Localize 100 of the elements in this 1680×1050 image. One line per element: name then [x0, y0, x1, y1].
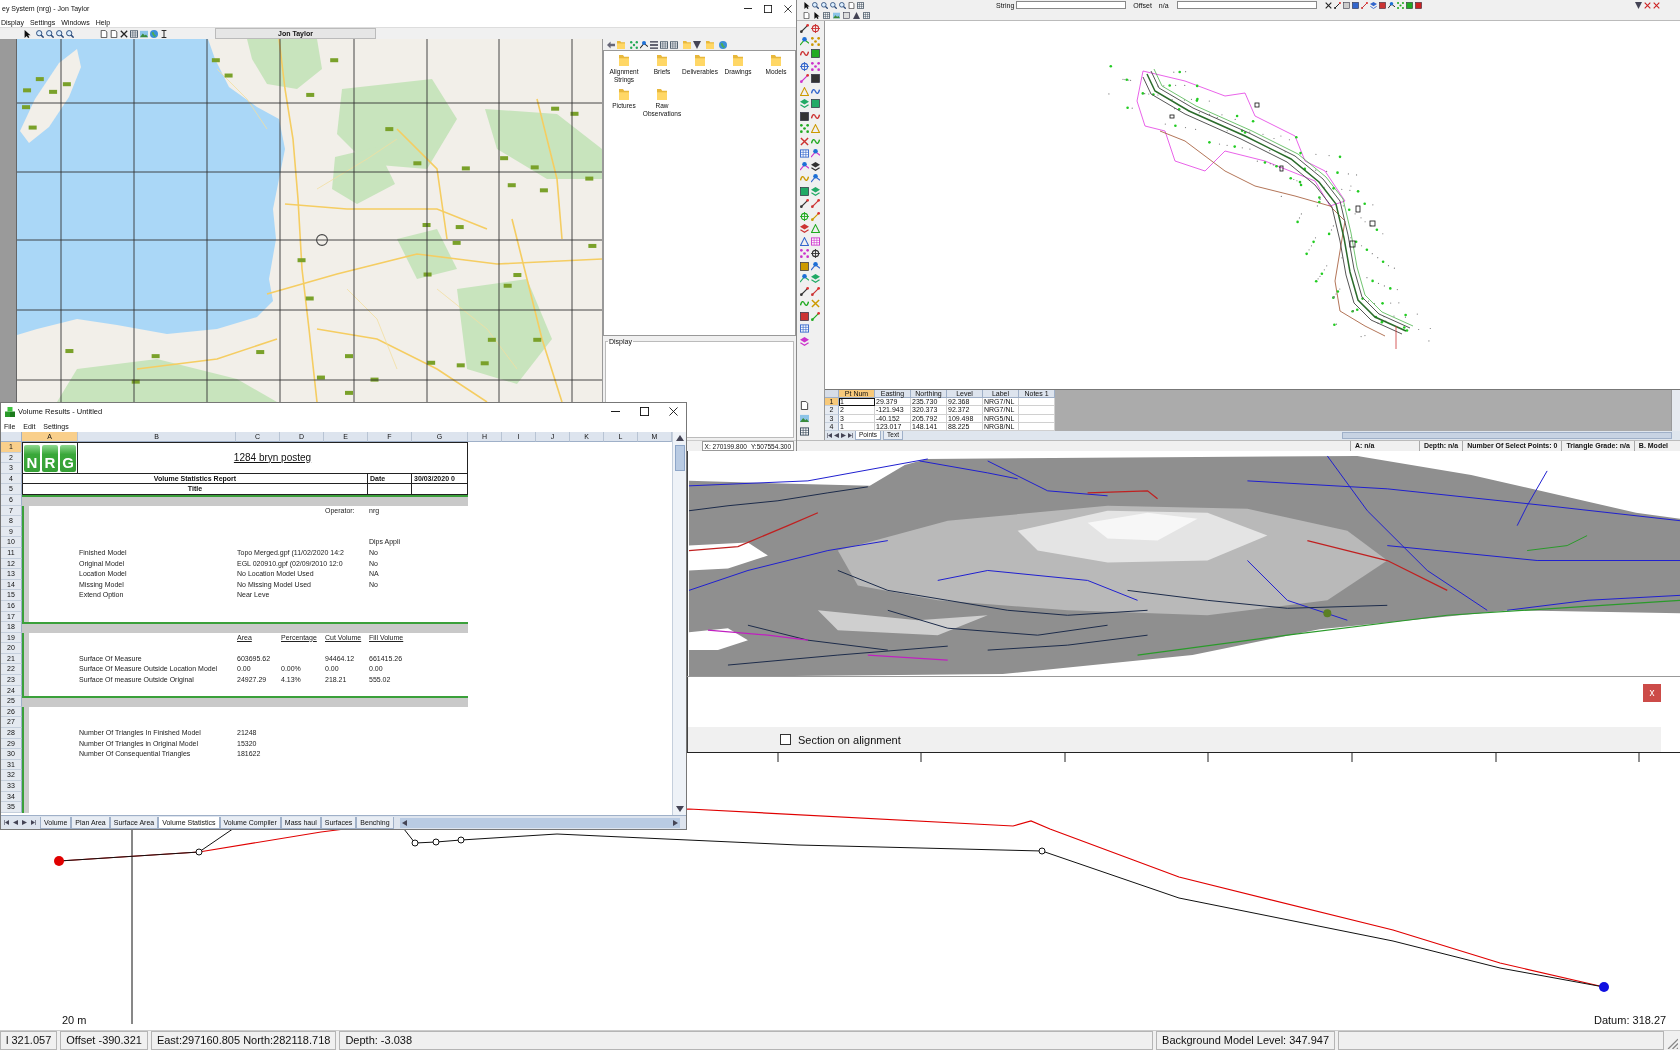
horizontal-scrollbar[interactable]	[399, 817, 680, 828]
down-arrow-icon[interactable]	[675, 806, 684, 812]
magnifier-icon[interactable]	[821, 1, 828, 9]
magnifier-icon[interactable]	[812, 1, 819, 9]
grid-icon[interactable]	[800, 324, 809, 333]
maximize-icon[interactable]	[764, 4, 772, 13]
node-icon[interactable]	[800, 274, 809, 283]
dots-icon[interactable]	[811, 36, 820, 46]
magnifier-icon[interactable]	[46, 29, 54, 38]
vertical-scrollbar[interactable]	[672, 432, 686, 815]
node-icon[interactable]	[640, 40, 648, 49]
node-icon[interactable]	[800, 36, 809, 46]
magnifier-icon[interactable]	[56, 29, 64, 38]
right-arrow-icon[interactable]	[673, 819, 678, 826]
close-icon[interactable]	[784, 4, 792, 13]
input-field[interactable]	[1176, 1, 1317, 9]
down-arrow-icon[interactable]	[693, 40, 701, 49]
wave-icon[interactable]	[811, 86, 820, 96]
node-icon[interactable]	[811, 261, 820, 271]
square-icon[interactable]	[1378, 1, 1386, 9]
left-arrow-icon[interactable]	[834, 433, 839, 438]
grid-icon[interactable]	[660, 40, 668, 49]
wave-icon[interactable]	[800, 299, 809, 308]
square-icon[interactable]	[800, 186, 809, 196]
horizontal-scrollbar[interactable]	[1342, 432, 1672, 439]
grid-cell	[1019, 406, 1055, 415]
text-cursor-icon[interactable]	[160, 29, 168, 38]
square-icon[interactable]	[1351, 1, 1359, 9]
cross-icon[interactable]	[120, 29, 128, 38]
dots-icon[interactable]	[800, 124, 809, 133]
pen-icon[interactable]	[800, 24, 809, 33]
dots-icon[interactable]	[630, 40, 638, 49]
scrollbar-thumb[interactable]	[674, 445, 685, 471]
first-arrow-icon[interactable]	[827, 433, 832, 438]
folder-icon	[657, 89, 667, 100]
grid-icon[interactable]	[800, 149, 809, 158]
globe-icon[interactable]	[719, 40, 727, 49]
magnifier-icon[interactable]	[66, 29, 74, 38]
square-icon[interactable]	[800, 261, 809, 271]
layers-icon[interactable]	[1369, 1, 1377, 9]
pen-icon[interactable]	[800, 286, 809, 296]
magnifier-icon[interactable]	[830, 1, 837, 9]
wave-icon[interactable]	[811, 111, 820, 121]
grid-icon[interactable]	[857, 1, 864, 9]
grid-icon[interactable]	[863, 11, 870, 19]
page-icon[interactable]	[848, 1, 855, 9]
wave-icon[interactable]	[811, 136, 820, 146]
pen-icon[interactable]	[800, 199, 809, 208]
magnifier-icon[interactable]	[36, 29, 44, 38]
page-icon[interactable]	[800, 401, 809, 410]
grid-icon[interactable]	[130, 29, 138, 38]
maximize-icon[interactable]	[640, 407, 649, 416]
right-arrow-icon[interactable]	[841, 433, 846, 438]
square-icon[interactable]	[800, 311, 809, 321]
node-icon[interactable]	[800, 161, 809, 171]
wave-icon[interactable]	[800, 49, 809, 58]
first-arrow-icon[interactable]	[4, 820, 9, 825]
dots-icon[interactable]	[800, 249, 809, 258]
picture-icon[interactable]	[800, 414, 809, 423]
last-arrow-icon[interactable]	[848, 433, 853, 438]
square-icon[interactable]	[1405, 1, 1413, 9]
folder-icon	[619, 89, 629, 100]
right-arrow-icon[interactable]	[22, 820, 27, 825]
dots-icon[interactable]	[811, 61, 820, 71]
vertical-scrollbar[interactable]	[1671, 390, 1680, 431]
picture-icon[interactable]	[833, 11, 840, 19]
status-field: East:297160.805 North:282118.718	[150, 1031, 337, 1050]
left-arrow-icon[interactable]	[401, 819, 407, 826]
up-arrow-icon[interactable]	[853, 11, 860, 19]
arrow-pointer-icon[interactable]	[23, 29, 31, 38]
down-arrow-icon[interactable]	[1635, 1, 1642, 9]
node-icon[interactable]	[811, 174, 820, 183]
picture-icon[interactable]	[140, 29, 148, 38]
node-icon[interactable]	[811, 149, 820, 158]
list-icon[interactable]	[650, 40, 658, 49]
node-icon[interactable]	[1387, 1, 1395, 9]
close-button[interactable]: x	[1643, 684, 1661, 702]
last-arrow-icon[interactable]	[31, 820, 36, 825]
square-icon[interactable]	[1414, 1, 1422, 9]
close-icon[interactable]	[669, 407, 678, 416]
checkbox[interactable]	[780, 734, 791, 745]
up-arrow-icon[interactable]	[675, 435, 684, 441]
dots-icon[interactable]	[1396, 1, 1404, 9]
magnifier-icon[interactable]	[839, 1, 846, 9]
grid-icon[interactable]	[811, 236, 820, 246]
grid-icon[interactable]	[800, 427, 809, 436]
resize-grip-icon	[1667, 1038, 1678, 1049]
pen-icon[interactable]	[1333, 1, 1341, 9]
string-field[interactable]	[1016, 1, 1127, 9]
layers-icon[interactable]	[811, 161, 820, 171]
square-icon[interactable]	[800, 111, 809, 121]
grid-icon[interactable]	[823, 11, 830, 19]
page-icon[interactable]	[803, 11, 810, 19]
crosshair-icon[interactable]	[811, 249, 820, 258]
cross-icon[interactable]	[1324, 1, 1332, 9]
back-arrow-icon[interactable]	[607, 40, 615, 49]
checkbox-label[interactable]: Section on alignment	[798, 733, 901, 746]
left-arrow-icon[interactable]	[13, 820, 18, 825]
crosshair-icon[interactable]	[800, 61, 809, 71]
grid-icon[interactable]	[670, 40, 678, 49]
